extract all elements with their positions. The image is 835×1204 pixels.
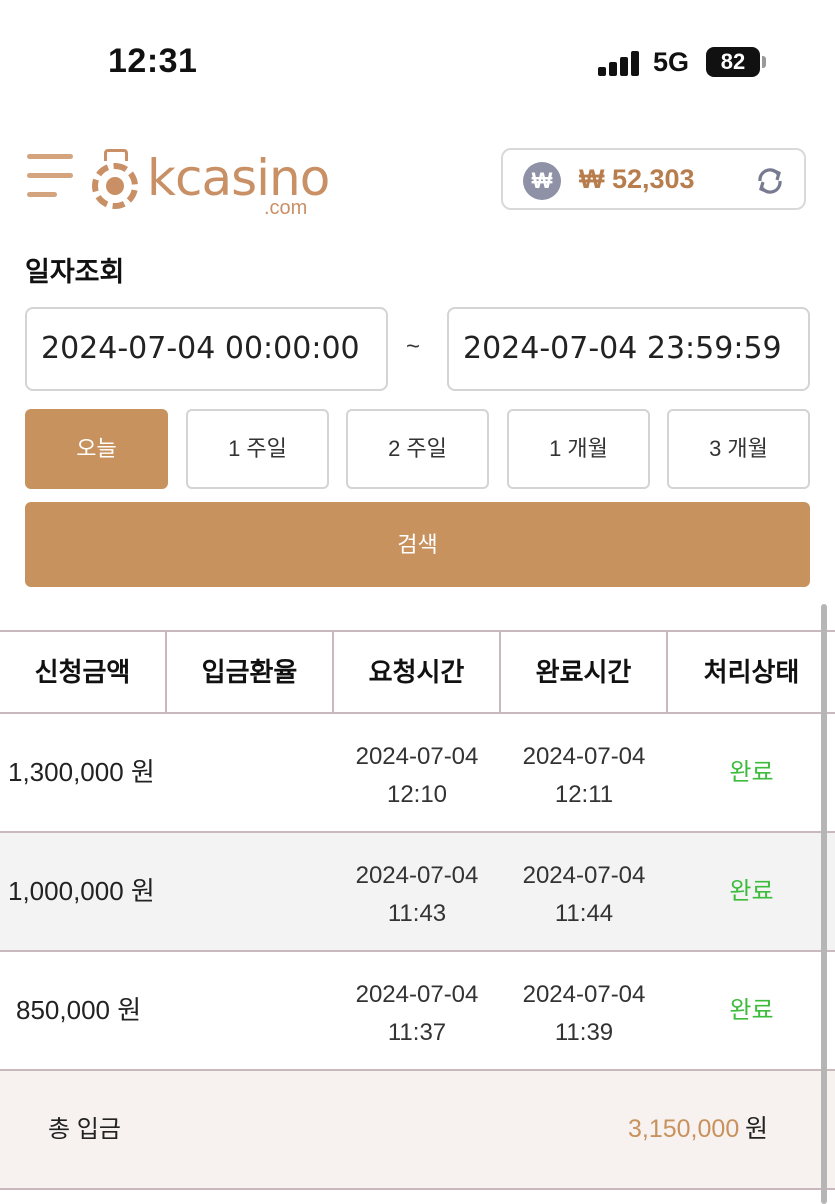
table-row: 1,300,000 원 2024-07-04 12:10 2024-07-04 … <box>0 714 835 833</box>
period-2week-button[interactable]: 2 주일 <box>346 409 489 489</box>
won-coin-icon: ₩ <box>523 162 561 200</box>
request-clock: 11:37 <box>387 1019 447 1046</box>
complete-clock: 11:39 <box>554 1019 614 1046</box>
network-type: 5G <box>653 47 690 77</box>
request-clock: 12:10 <box>386 781 448 808</box>
complete-clock: 11:44 <box>554 900 614 927</box>
hamburger-menu-icon[interactable] <box>27 154 73 204</box>
cell-amount: 850,000 원 <box>16 995 142 1025</box>
casino-chip-icon <box>92 163 138 209</box>
app-header: kcasino .com ₩ ₩ 52,303 <box>0 130 835 230</box>
start-date-input[interactable]: 2024-07-04 00:00:00 <box>25 307 388 391</box>
column-header-status: 처리상태 <box>703 657 800 687</box>
status-badge: 완료 <box>729 759 774 786</box>
total-unit: 원 <box>745 1115 769 1143</box>
total-label: 총 입금 <box>48 1116 121 1143</box>
request-date: 2024-07-04 <box>355 981 479 1008</box>
cell-complete-time: 2024-07-04 11:39 <box>504 976 664 1052</box>
cell-complete-time: 2024-07-04 12:11 <box>504 738 664 814</box>
cell-request-time: 2024-07-04 11:43 <box>337 857 497 933</box>
request-clock: 11:43 <box>387 900 447 927</box>
status-time: 12:31 <box>108 42 198 80</box>
battery-tip <box>762 56 766 68</box>
balance-box[interactable]: ₩ ₩ 52,303 <box>501 148 806 210</box>
signal-icon <box>598 50 642 76</box>
complete-clock: 12:11 <box>554 781 614 808</box>
site-logo[interactable]: kcasino .com <box>92 145 332 219</box>
period-1week-button[interactable]: 1 주일 <box>186 409 329 489</box>
request-date: 2024-07-04 <box>355 862 479 889</box>
period-1month-button[interactable]: 1 개월 <box>507 409 650 489</box>
scrollbar[interactable] <box>821 604 827 1204</box>
crown-icon <box>104 149 128 161</box>
column-header-amount: 신청금액 <box>0 632 167 712</box>
status-badge: 완료 <box>729 997 774 1024</box>
date-separator: ~ <box>406 333 421 360</box>
table-row: 1,000,000 원 2024-07-04 11:43 2024-07-04 … <box>0 833 835 952</box>
period-3month-button[interactable]: 3 개월 <box>667 409 810 489</box>
complete-date: 2024-07-04 <box>522 743 646 770</box>
status-badge: 완료 <box>729 878 774 905</box>
column-header-complete-time: 완료시간 <box>501 632 668 712</box>
request-date: 2024-07-04 <box>355 743 479 770</box>
date-lookup-title: 일자조회 <box>25 257 125 287</box>
complete-date: 2024-07-04 <box>522 862 646 889</box>
cell-request-time: 2024-07-04 12:10 <box>337 738 497 814</box>
table-row: 850,000 원 2024-07-04 11:37 2024-07-04 11… <box>0 952 835 1071</box>
table-header: 신청금액 입금환율 요청시간 완료시간 처리상태 <box>0 630 835 714</box>
search-button[interactable]: 검색 <box>25 502 810 587</box>
period-today-button[interactable]: 오늘 <box>25 409 168 489</box>
cell-complete-time: 2024-07-04 11:44 <box>504 857 664 933</box>
total-row: 총 입금 3,150,000 원 <box>0 1071 835 1190</box>
cell-request-time: 2024-07-04 11:37 <box>337 976 497 1052</box>
cell-amount: 1,000,000 원 <box>8 876 155 906</box>
refresh-icon[interactable] <box>753 164 787 198</box>
column-header-request-time: 요청시간 <box>334 632 501 712</box>
complete-date: 2024-07-04 <box>522 981 646 1008</box>
end-date-input[interactable]: 2024-07-04 23:59:59 <box>447 307 810 391</box>
total-value: 3,150,000 <box>628 1115 740 1143</box>
column-header-rate: 입금환율 <box>167 632 334 712</box>
status-bar: 12:31 5G 82 <box>0 0 835 120</box>
balance-value: ₩ 52,303 <box>579 164 695 194</box>
logo-sub: .com <box>264 197 308 219</box>
battery-icon: 82 <box>706 47 760 77</box>
cell-amount: 1,300,000 원 <box>8 757 155 787</box>
